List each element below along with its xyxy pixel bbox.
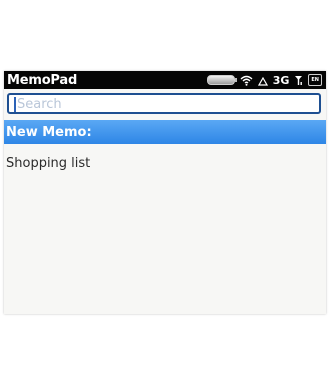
list-item-shopping-list[interactable]: Shopping list: [4, 151, 326, 175]
status-bar: MemoPad 3G EN: [4, 71, 326, 89]
input-language-icon: EN: [308, 74, 322, 86]
search-input[interactable]: [14, 96, 317, 112]
device-screen: MemoPad 3G EN Search New Memo: Shopping …: [4, 71, 326, 314]
list-item-new-memo[interactable]: New Memo:: [4, 120, 326, 144]
wifi-icon: [240, 71, 253, 90]
list-item-label: Shopping list: [6, 155, 91, 171]
network-type: 3G: [272, 73, 290, 87]
list-item-label: New Memo:: [6, 124, 92, 140]
app-title: MemoPad: [7, 72, 78, 88]
search-box[interactable]: [7, 93, 321, 114]
battery-icon: [206, 75, 237, 85]
status-icons: 3G EN: [206, 71, 322, 90]
alert-triangle-icon: [257, 71, 268, 90]
signal-icon: [294, 75, 303, 86]
